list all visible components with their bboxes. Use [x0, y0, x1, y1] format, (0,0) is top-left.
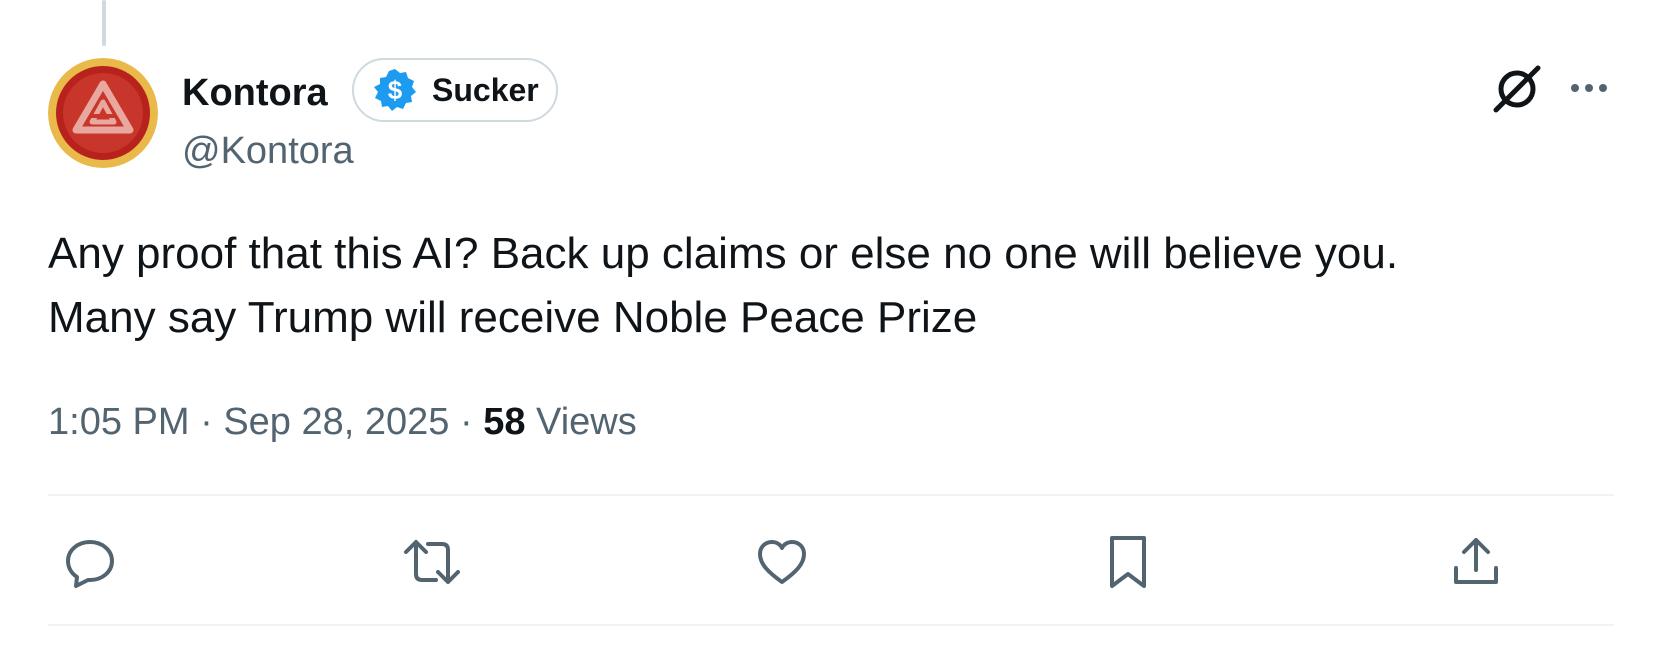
retweet-icon	[404, 540, 460, 584]
meta-separator: ·	[200, 401, 213, 443]
svg-text:$: $	[388, 75, 403, 105]
author-handle[interactable]: @Kontora	[182, 128, 354, 174]
retweet-button[interactable]	[402, 532, 462, 592]
divider	[48, 494, 1614, 496]
author-name[interactable]: Kontora	[182, 70, 328, 116]
tweet-text-line: Many say Trump will receive Noble Peace …	[48, 293, 978, 342]
subscription-badge[interactable]: $ Sucker	[352, 58, 558, 122]
avatar[interactable]	[48, 58, 158, 168]
tweet-text-line: Any proof that this AI? Back up claims o…	[48, 229, 1399, 278]
bookmark-icon	[1110, 536, 1146, 588]
thread-connector-line	[102, 0, 106, 46]
like-icon	[758, 540, 806, 584]
more-icon[interactable]	[1566, 70, 1612, 106]
dollar-coin-icon: $	[374, 69, 416, 111]
tweet-date[interactable]: Sep 28, 2025	[223, 401, 449, 443]
grok-icon[interactable]	[1488, 60, 1546, 118]
share-icon	[1454, 538, 1498, 584]
views-label: Views	[536, 401, 637, 443]
tweet-text: Any proof that this AI? Back up claims o…	[48, 222, 1608, 350]
badge-label: Sucker	[432, 71, 539, 108]
reply-icon	[66, 540, 114, 588]
avatar-emblem-icon	[48, 58, 158, 168]
like-button[interactable]	[752, 532, 812, 592]
share-button[interactable]	[1446, 532, 1506, 592]
tweet-meta: 1:05 PM · Sep 28, 2025 · 58 Views	[48, 398, 637, 446]
divider	[48, 624, 1614, 626]
bookmark-button[interactable]	[1098, 532, 1158, 592]
meta-separator: ·	[459, 401, 473, 443]
reply-button[interactable]	[60, 532, 120, 592]
views-count[interactable]: 58	[483, 401, 525, 443]
tweet-time[interactable]: 1:05 PM	[48, 401, 190, 443]
